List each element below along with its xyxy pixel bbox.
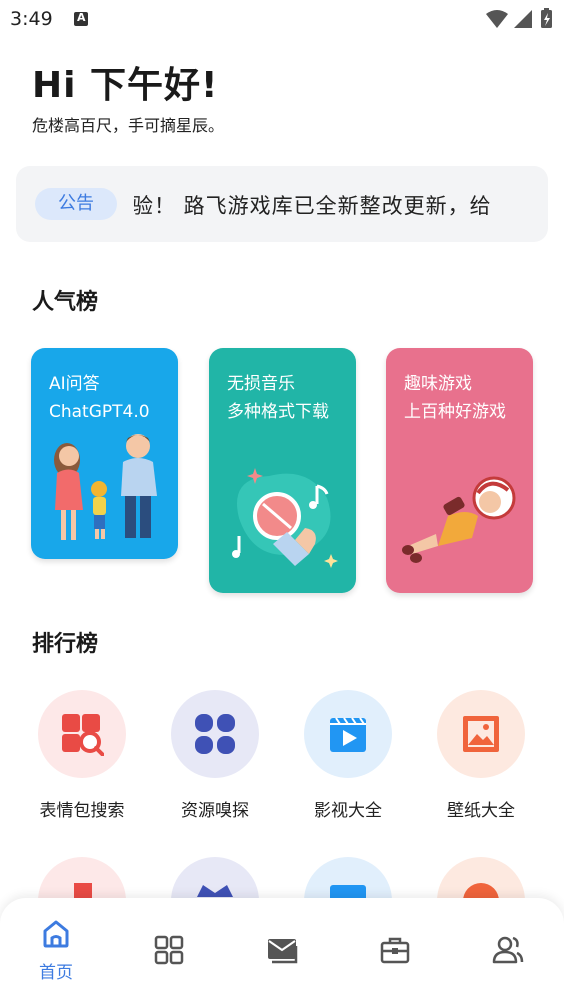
family-illustration [54, 434, 157, 540]
notice-marquee: 体验！ 路飞游戏库已全新整改更新，给 [134, 190, 530, 220]
rank-item-label: 资源嗅探 [181, 801, 249, 821]
apps-icon [154, 935, 184, 965]
signal-icon [514, 10, 532, 28]
status-bar: 3:49 [0, 0, 564, 40]
nav-mail[interactable] [252, 934, 312, 966]
wifi-icon [486, 10, 508, 28]
bottom-nav: 首页 [0, 898, 564, 1004]
home-icon [43, 920, 69, 948]
user-group-icon [492, 936, 524, 964]
rank-item-label: 壁纸大全 [447, 801, 515, 821]
grid-flower-icon [171, 690, 259, 778]
card-music[interactable]: 无损音乐 多种格式下载 [209, 348, 356, 593]
ranking-section-title: 排行榜 [32, 632, 99, 657]
toolbox-icon [380, 937, 410, 964]
nav-toolbox[interactable] [365, 934, 425, 966]
notice-banner[interactable]: 公告 体验！ 路飞游戏库已全新整改更新，给 [16, 166, 548, 242]
popular-section-title: 人气榜 [32, 290, 99, 315]
status-time: 3:49 [10, 8, 53, 30]
rank-item-label: 表情包搜索 [39, 801, 125, 821]
rank-item-wallpaper[interactable]: 壁纸大全 [421, 690, 541, 821]
notification-a-icon [74, 11, 88, 26]
nav-home[interactable]: 首页 [26, 918, 86, 983]
rank-item-label: 影视大全 [314, 801, 382, 821]
gamer-illustration [402, 476, 516, 563]
rank-item-emoji-search[interactable]: 表情包搜索 [22, 690, 142, 821]
notice-tag: 公告 [35, 188, 117, 220]
rank-item-video[interactable]: 影视大全 [288, 690, 408, 821]
system-icons [484, 8, 556, 34]
rank-item-resource-sniff[interactable]: 资源嗅探 [155, 690, 275, 821]
wallpaper-icon [437, 690, 525, 778]
video-icon [304, 690, 392, 778]
card-ai-chat[interactable]: AI问答 ChatGPT4.0 [31, 348, 178, 559]
nav-apps[interactable] [139, 934, 199, 966]
greeting-subtitle: 危楼高百尺，手可摘星辰。 [32, 116, 225, 135]
notice-text: 体验！ 路飞游戏库已全新整改更新，给 [134, 194, 492, 218]
mail-icon [268, 939, 298, 964]
nav-home-label: 首页 [39, 963, 73, 983]
microphone-illustration [232, 468, 338, 568]
battery-icon [541, 8, 552, 28]
greeting-title: Hi 下午好! [32, 65, 219, 106]
nav-users[interactable] [478, 934, 538, 966]
emoji-search-icon [38, 690, 126, 778]
card-games[interactable]: 趣味游戏 上百种好游戏 [386, 348, 533, 593]
